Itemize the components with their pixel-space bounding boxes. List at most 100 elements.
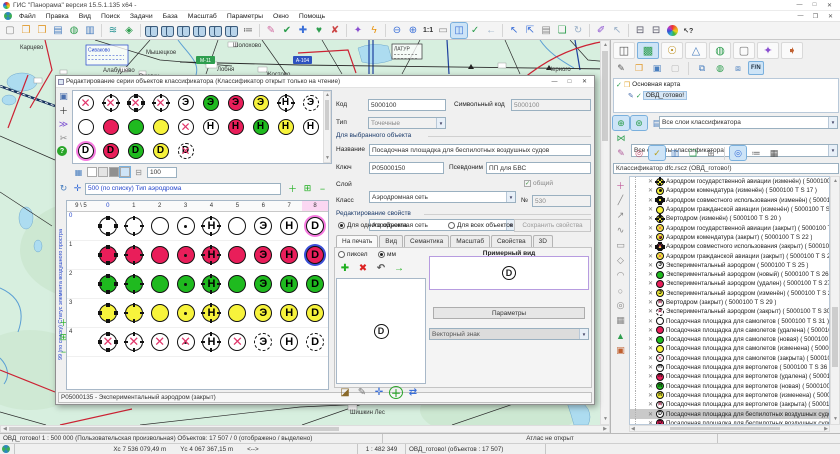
grid-cell[interactable]: Н xyxy=(199,212,225,241)
hide-toggle[interactable]: ✕ xyxy=(648,373,656,380)
map-horizontal-scrollbar[interactable]: ◀ ▶ xyxy=(0,425,610,433)
panel-start-icon[interactable]: ◫ xyxy=(613,42,635,59)
classifier-object-list[interactable]: ✕Аэродром государственной авиации (измен… xyxy=(629,176,830,425)
grid-cell[interactable] xyxy=(173,241,199,270)
palette-cell[interactable]: Э xyxy=(223,91,248,115)
diagram-icon[interactable]: ✦ xyxy=(350,23,366,38)
add-doc-icon[interactable]: ▣ xyxy=(649,61,665,75)
lasso-icon[interactable]: ✐ xyxy=(593,23,609,38)
palette-cell[interactable]: ✕ xyxy=(73,91,98,115)
fn-toggle-button[interactable]: F/N xyxy=(748,61,764,75)
grid-cell[interactable]: ✕ xyxy=(147,328,173,357)
grid-tool-icon[interactable]: ▦ xyxy=(614,314,627,327)
vector-tool-icon[interactable]: ↗ xyxy=(614,209,627,222)
edit-object-icon[interactable]: ✎ xyxy=(613,146,629,160)
swap-tool-icon[interactable]: ⇄ xyxy=(406,386,420,399)
search-selection-icon[interactable] xyxy=(192,23,208,38)
palette-cell[interactable]: ✕ xyxy=(98,91,123,115)
grid-cell[interactable]: Н xyxy=(199,299,225,328)
grid-cell[interactable]: D xyxy=(302,328,328,357)
arc-tool-icon[interactable]: ◠ xyxy=(614,269,627,282)
grid-cell[interactable]: Н xyxy=(276,270,302,299)
hide-toggle[interactable]: ✕ xyxy=(648,327,656,334)
grid-column-header[interactable]: 8 xyxy=(302,201,328,211)
tree-item[interactable]: ✕Аэродром государственной авиации (измен… xyxy=(630,177,829,186)
undo-icon[interactable]: ↶ xyxy=(374,262,388,275)
dialog-minimize-button[interactable]: — xyxy=(547,77,562,87)
grid-cell[interactable] xyxy=(173,270,199,299)
grid-cell[interactable]: Э xyxy=(250,212,276,241)
grid-cell[interactable] xyxy=(95,270,121,299)
grid-cell[interactable]: D xyxy=(302,270,328,299)
menu-item-поиск[interactable]: Поиск xyxy=(96,13,125,20)
tree-item[interactable]: ✕✕Аэродром государственной авиации (закр… xyxy=(630,223,829,232)
grid-cell[interactable] xyxy=(224,299,250,328)
menu-item-вид[interactable]: Вид xyxy=(74,13,96,20)
palette-cell[interactable]: D xyxy=(73,139,98,163)
tree-item[interactable]: ✕✕Аэродром комендатура (закрыт) ( 500010… xyxy=(630,233,829,242)
map-refresh-icon[interactable]: ↻ xyxy=(570,23,586,38)
code-field[interactable]: 5000100 xyxy=(368,99,446,111)
search-by-area-icon[interactable] xyxy=(176,23,192,38)
palette-cell[interactable] xyxy=(98,115,123,139)
circle-tool-icon[interactable]: ○ xyxy=(614,284,627,297)
grid-cell[interactable]: Н xyxy=(276,241,302,270)
palette-cell[interactable]: D xyxy=(123,139,148,163)
layers-combo[interactable]: Все слои классификатора▼ xyxy=(659,116,838,129)
semantics-icon[interactable]: ▥ xyxy=(667,146,683,160)
grid-cell[interactable] xyxy=(173,212,199,241)
palette-cell[interactable]: Н xyxy=(198,115,223,139)
grid-cell[interactable] xyxy=(95,212,121,241)
type-combo[interactable]: Точечные▼ xyxy=(368,117,446,129)
apply-icon[interactable]: ≫ xyxy=(57,118,70,130)
back-arrow-icon[interactable]: ← xyxy=(483,23,499,38)
tree-item[interactable]: ✕НВертодром (изменён) ( 5000100 T S 20 ) xyxy=(630,214,829,223)
color-wheel-icon[interactable] xyxy=(667,25,678,36)
tab-вид[interactable]: Вид xyxy=(379,235,403,247)
tree-item[interactable]: ✕✕Посадочная площадка для самолетов (зак… xyxy=(630,354,829,363)
draw-tool-icon[interactable]: ✎ xyxy=(355,386,369,399)
zoom-out-icon[interactable]: ⊖ xyxy=(389,23,405,38)
grid-cell[interactable] xyxy=(121,270,147,299)
remove-doc-icon[interactable]: ▢ xyxy=(667,61,683,75)
list-horizontal-scrollbar[interactable]: ◀ ▶ xyxy=(629,425,830,432)
search-by-list-icon[interactable] xyxy=(160,23,176,38)
tree-item[interactable]: ✕Посадочная площадка для самолетов (удал… xyxy=(630,326,829,335)
select-by-object-icon[interactable]: ◎ xyxy=(631,146,647,160)
palette-cell[interactable]: Э xyxy=(248,91,273,115)
tree-item[interactable]: ✕✕Аэродром гражданской авиации (закрыт) … xyxy=(630,251,829,260)
key-field[interactable]: P05000150 xyxy=(369,162,444,174)
palette-size-field[interactable]: 100 xyxy=(147,167,177,178)
map-globe-icon[interactable]: ◍ xyxy=(712,61,728,75)
palette-cell[interactable]: ✕ xyxy=(123,91,148,115)
radio-all-objects[interactable]: Для всех объектов xyxy=(448,222,513,229)
fill-tool-icon[interactable]: ◪ xyxy=(338,386,352,399)
menu-item-задачи[interactable]: Задачи xyxy=(125,13,158,20)
symbol-editor-canvas[interactable]: D xyxy=(336,278,426,384)
grid-cell[interactable]: Э xyxy=(250,241,276,270)
palette-cell[interactable]: ✕ xyxy=(173,115,198,139)
hide-toggle[interactable]: ✕ xyxy=(648,308,656,315)
panel-globe-icon[interactable]: ◍ xyxy=(709,42,731,59)
background-color-swatch[interactable] xyxy=(120,167,130,177)
radio-mm[interactable]: мм xyxy=(378,251,396,258)
object-table-icon[interactable]: ⊞ xyxy=(703,146,719,160)
name-field[interactable]: Посадочная площадка для беспилотных возд… xyxy=(369,144,591,156)
apply-check-icon[interactable]: ✓ xyxy=(467,23,483,38)
zoom-extent-icon[interactable]: ▭ xyxy=(435,23,451,38)
grid-cell[interactable] xyxy=(224,270,250,299)
grid-cell[interactable]: Н xyxy=(199,270,225,299)
grid-column-header[interactable]: 4 xyxy=(199,201,225,211)
open-geoportal-icon[interactable]: ◍ xyxy=(66,23,82,38)
grid-column-header[interactable]: 3 xyxy=(173,201,199,211)
background-color-swatch[interactable] xyxy=(87,167,97,177)
mdi-restore-button[interactable]: ❐ xyxy=(808,12,823,21)
grid-cell[interactable] xyxy=(147,212,173,241)
hide-toggle[interactable]: ✕ xyxy=(648,253,656,260)
edit-add-icon[interactable]: ✚ xyxy=(295,23,311,38)
maps-p-icon[interactable]: ⧉ xyxy=(694,61,710,75)
map-vertical-scrollbar[interactable]: ▲ ▼ xyxy=(600,40,610,425)
map-select-icon[interactable]: ❏ xyxy=(554,23,570,38)
run-task-icon[interactable]: ϟ xyxy=(366,23,382,38)
tab-3d[interactable]: 3D xyxy=(533,235,553,247)
